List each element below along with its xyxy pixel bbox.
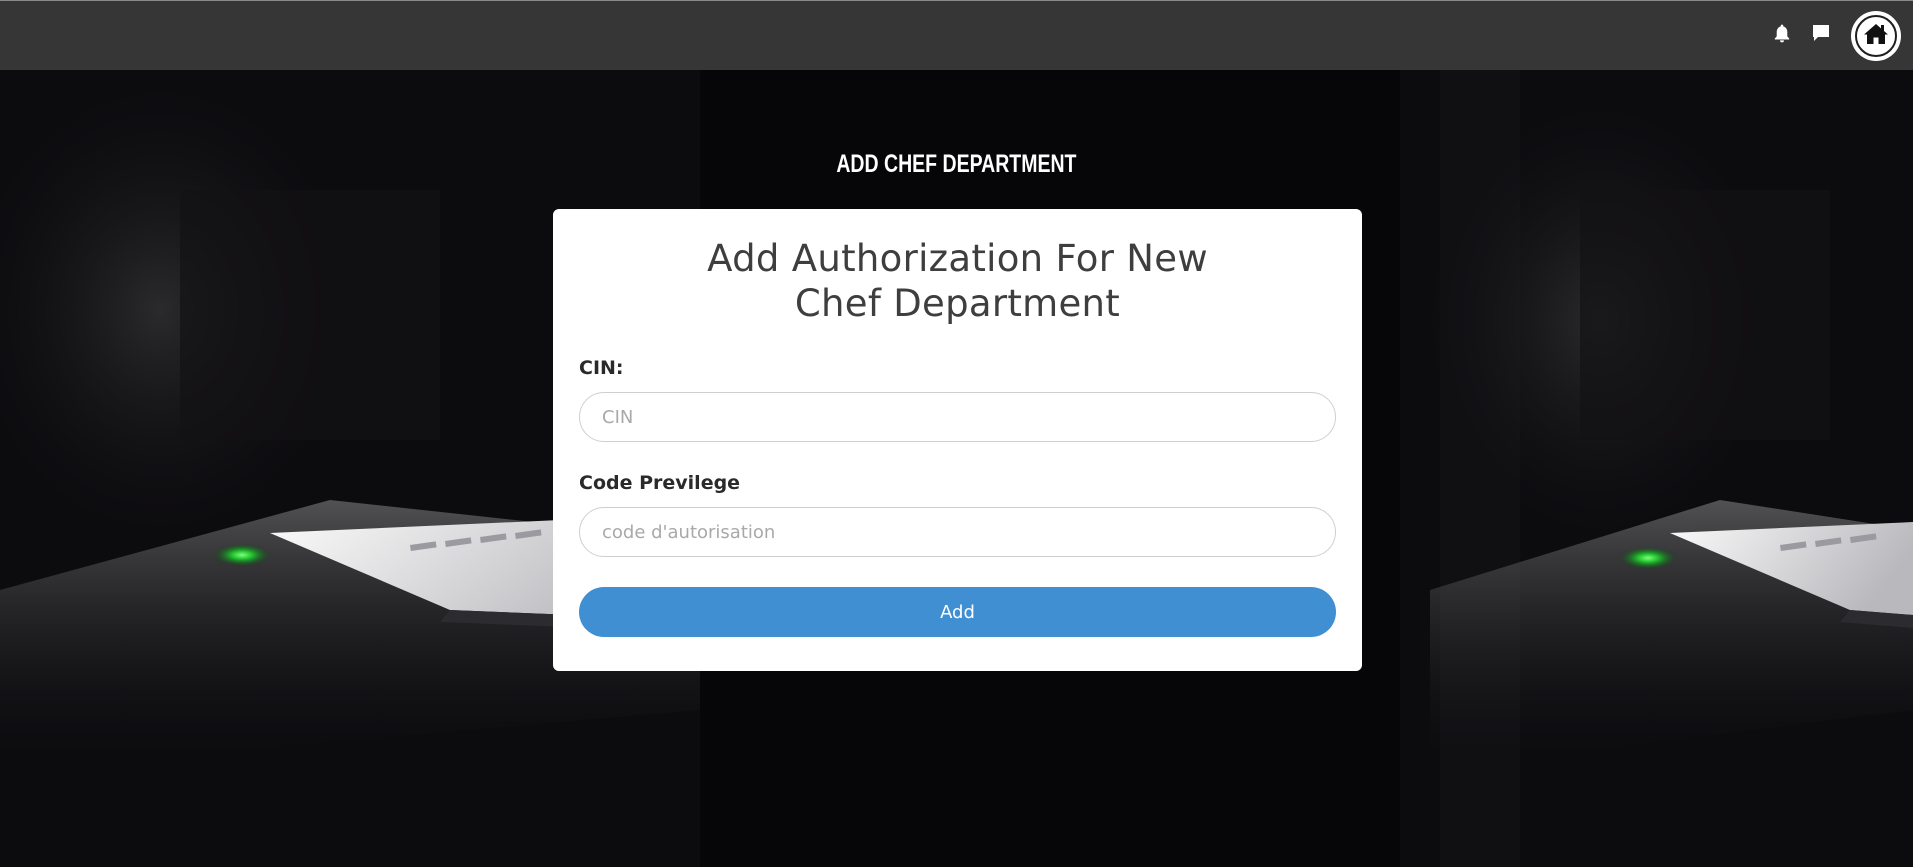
add-button[interactable]: Add [579, 587, 1336, 637]
cin-input[interactable] [579, 392, 1336, 442]
authorization-form-card: Add Authorization For New Chef Departmen… [553, 209, 1362, 671]
bell-icon[interactable] [1772, 23, 1792, 43]
chat-icon[interactable] [1811, 23, 1831, 43]
code-previlege-label: Code Previlege [579, 472, 741, 494]
cin-label: CIN: [579, 357, 624, 379]
home-button[interactable] [1851, 11, 1901, 61]
form-title: Add Authorization For New Chef Departmen… [707, 237, 1208, 325]
top-bar [0, 0, 1913, 70]
code-previlege-input[interactable] [579, 507, 1336, 557]
home-icon [1863, 22, 1889, 50]
page-title: ADD CHEF DEPARTMENT [836, 150, 1077, 178]
